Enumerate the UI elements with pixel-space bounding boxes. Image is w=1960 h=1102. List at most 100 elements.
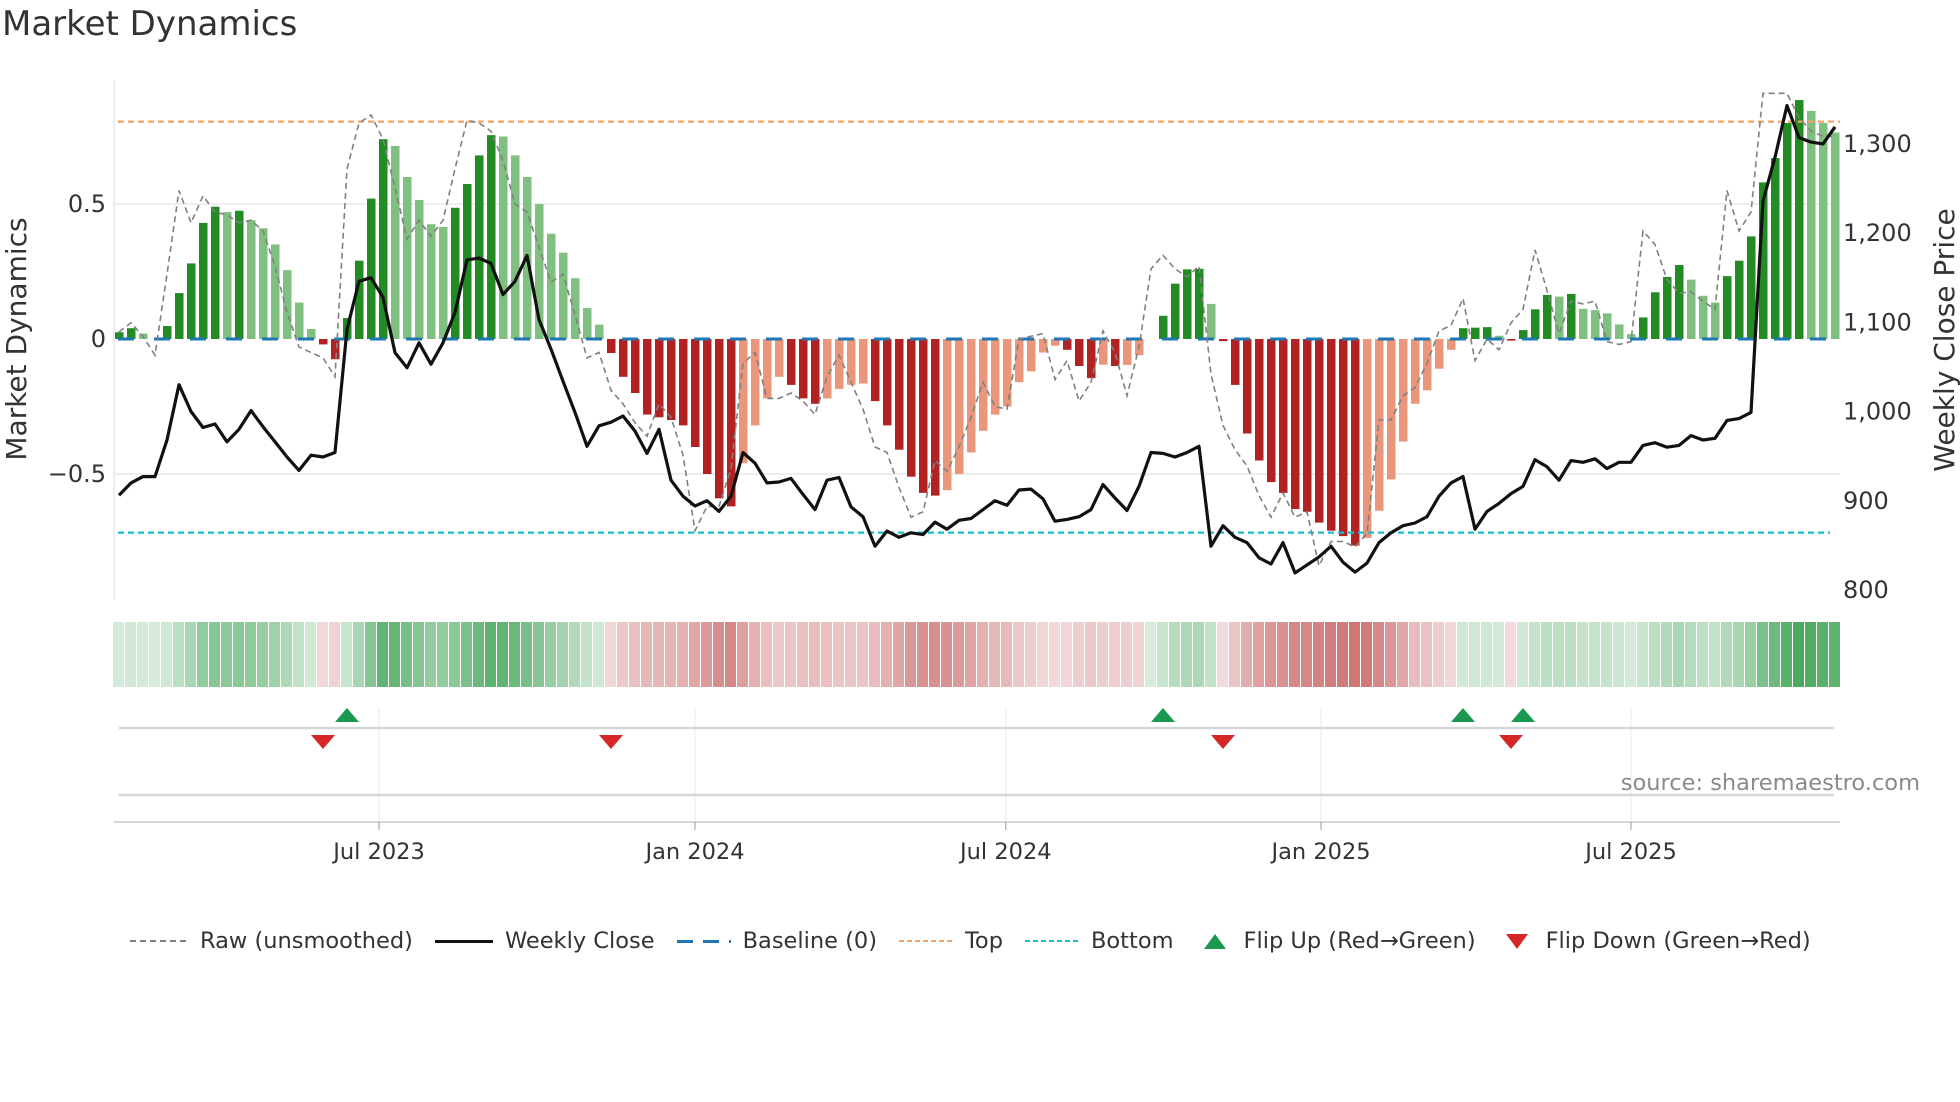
heatmap-cell bbox=[845, 622, 856, 687]
heatmap-cell bbox=[1205, 622, 1216, 687]
y-tick-label: −0.5 bbox=[48, 460, 106, 488]
legend-item-flip-down: Flip Down (Green→Red) bbox=[1498, 928, 1811, 954]
histogram-bar bbox=[571, 278, 580, 339]
legend-label: Raw (unsmoothed) bbox=[200, 928, 413, 954]
heatmap-cell bbox=[1565, 622, 1576, 687]
heatmap-cell bbox=[1349, 622, 1360, 687]
heatmap-cell bbox=[1781, 622, 1792, 687]
heatmap-cell bbox=[977, 622, 988, 687]
heatmap-cell bbox=[1529, 622, 1540, 687]
heatmap-cell bbox=[641, 622, 652, 687]
heatmap-cell bbox=[653, 622, 664, 687]
histogram-bar bbox=[1507, 339, 1516, 341]
heatmap-cell bbox=[1121, 622, 1132, 687]
heatmap-cell bbox=[1445, 622, 1456, 687]
heatmap-cell bbox=[1433, 622, 1444, 687]
histogram-bar bbox=[907, 339, 916, 477]
heatmap-cell bbox=[509, 622, 520, 687]
heatmap-cell bbox=[1241, 622, 1252, 687]
heatmap-cell bbox=[605, 622, 616, 687]
heatmap-cell bbox=[329, 622, 340, 687]
histogram-bar bbox=[1231, 339, 1240, 385]
histogram-bar bbox=[1171, 283, 1180, 339]
histogram-bar bbox=[559, 252, 568, 339]
histogram-bar bbox=[583, 307, 592, 339]
heatmap-cell bbox=[1169, 622, 1180, 687]
histogram-bar bbox=[331, 339, 340, 360]
heatmap-cell bbox=[869, 622, 880, 687]
legend-label: Top bbox=[965, 928, 1003, 954]
histogram-bar bbox=[631, 339, 640, 393]
histogram-bar bbox=[1447, 339, 1456, 350]
raw-line-swatch bbox=[130, 940, 188, 942]
heatmap-cell bbox=[461, 622, 472, 687]
histogram-bar bbox=[1423, 339, 1432, 391]
histogram-bar bbox=[715, 339, 724, 499]
histogram-bar bbox=[547, 233, 556, 339]
y-right-tick-label: 1,200 bbox=[1843, 219, 1912, 247]
heatmap-cell bbox=[497, 622, 508, 687]
heatmap-cell bbox=[569, 622, 580, 687]
heatmap-cell bbox=[1253, 622, 1264, 687]
heatmap-cell bbox=[1769, 622, 1780, 687]
histogram-bar bbox=[991, 339, 1000, 415]
heatmap-cell bbox=[1037, 622, 1048, 687]
heatmap-cell bbox=[1457, 622, 1468, 687]
heatmap-cell bbox=[485, 622, 496, 687]
histogram-bar bbox=[487, 135, 496, 339]
histogram-bar bbox=[1687, 279, 1696, 339]
heatmap-cell bbox=[1181, 622, 1192, 687]
legend-label: Flip Down (Green→Red) bbox=[1545, 928, 1811, 954]
histogram-bar bbox=[1291, 339, 1300, 510]
close-line-swatch bbox=[434, 939, 493, 943]
histogram-bar bbox=[355, 260, 364, 339]
legend-item-flip-up: Flip Up (Red→Green) bbox=[1196, 928, 1476, 954]
heatmap-cell bbox=[317, 622, 328, 687]
histogram-bar bbox=[199, 222, 208, 339]
histogram-bar bbox=[187, 263, 196, 339]
triangle-up-icon bbox=[1203, 933, 1226, 949]
heatmap-cell bbox=[557, 622, 568, 687]
histogram-bar bbox=[319, 339, 328, 345]
heatmap-cell bbox=[1145, 622, 1156, 687]
histogram-bar bbox=[739, 339, 748, 464]
histogram-bar bbox=[1747, 236, 1756, 339]
flip-down-marker bbox=[599, 735, 623, 749]
heatmap-cell bbox=[1289, 622, 1300, 687]
y-right-tick-label: 1,100 bbox=[1843, 308, 1912, 336]
heatmap-cell bbox=[1721, 622, 1732, 687]
heatmap-cell bbox=[533, 622, 544, 687]
legend-label: Weekly Close bbox=[504, 928, 655, 954]
histogram-bar bbox=[295, 302, 304, 339]
heatmap-cell bbox=[941, 622, 952, 687]
heatmap-cell bbox=[1793, 622, 1804, 687]
legend-item-raw: Raw (unsmoothed) bbox=[130, 928, 413, 954]
heatmap-cell bbox=[1265, 622, 1276, 687]
histogram-bar bbox=[1531, 309, 1540, 339]
legend-item-baseline: Baseline (0) bbox=[676, 928, 877, 954]
flip-up-marker bbox=[335, 708, 359, 722]
flip-down-marker bbox=[311, 735, 335, 749]
histogram-bar bbox=[1459, 328, 1468, 339]
heatmap-cell bbox=[821, 622, 832, 687]
heatmap-cell bbox=[197, 622, 208, 687]
histogram-bar bbox=[427, 224, 436, 339]
triangle-down-icon bbox=[1505, 933, 1528, 949]
heatmap-cell bbox=[353, 622, 364, 687]
heatmap-cell bbox=[1601, 622, 1612, 687]
histogram-bar bbox=[619, 339, 628, 377]
heatmap-cell bbox=[905, 622, 916, 687]
heatmap-cell bbox=[1673, 622, 1684, 687]
heatmap-cell bbox=[1193, 622, 1204, 687]
heatmap-cell bbox=[1553, 622, 1564, 687]
histogram-bar bbox=[1243, 339, 1252, 434]
heatmap-cell bbox=[413, 622, 424, 687]
flip-up-marker bbox=[1451, 708, 1475, 722]
histogram-bar bbox=[1207, 303, 1216, 339]
axes-layer: 0.5 0 −0.5 1,300 1,200 1,100 1,000 900 800 Market… bbox=[0, 130, 1960, 865]
heatmap-cell bbox=[1649, 622, 1660, 687]
histogram-bar bbox=[643, 339, 652, 415]
heatmap-cell bbox=[1661, 622, 1672, 687]
heatmap-cell bbox=[1481, 622, 1492, 687]
legend-item-top: Top bbox=[899, 928, 1003, 954]
